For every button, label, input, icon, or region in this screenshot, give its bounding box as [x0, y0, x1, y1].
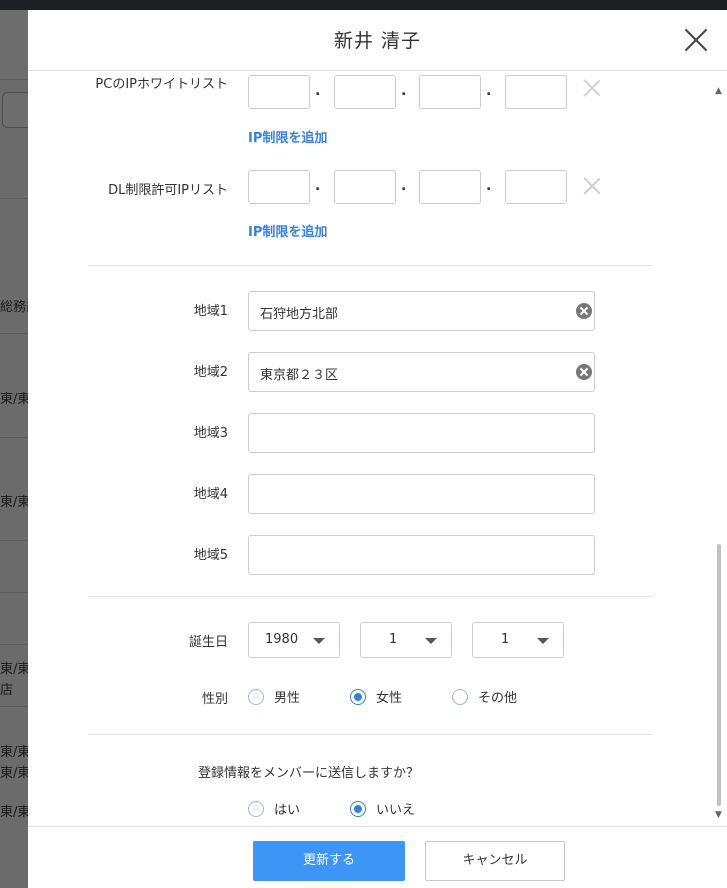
- dl-allowlist-octet-3[interactable]: [419, 170, 481, 204]
- birthday-label: 誕生日: [188, 635, 228, 650]
- dl-allowlist-octet-1[interactable]: [248, 170, 310, 204]
- modal-body: PCのIPホワイトリスト . . . IP制限を追加 DL制限許可IPリスト .…: [28, 71, 727, 826]
- gender-option-other[interactable]: その他: [478, 687, 517, 706]
- scrollbar-thumb[interactable]: [717, 544, 721, 806]
- dl-allowlist-octet-4[interactable]: [505, 170, 567, 204]
- dl-allowlist-octet-2[interactable]: [334, 170, 396, 204]
- notify-radio-yes[interactable]: [248, 801, 264, 817]
- notify-question: 登録情報をメンバーに送信しますか？: [198, 766, 420, 781]
- region-3-label: 地域3: [193, 426, 228, 441]
- ip-whitelist-octet-4[interactable]: [505, 75, 567, 109]
- region-3-field[interactable]: [248, 413, 595, 453]
- region-5-field[interactable]: [248, 535, 595, 575]
- chevron-down-icon: [537, 638, 549, 644]
- birthday-year-value: 1980: [265, 632, 299, 647]
- background-cell: 東/東: [0, 662, 30, 677]
- background-cell: 総務部: [0, 300, 30, 315]
- region-4-label: 地域4: [193, 487, 228, 502]
- ip-separator: .: [486, 178, 492, 194]
- region-1-field[interactable]: 石狩地方北部: [248, 291, 595, 331]
- birthday-month-value: 1: [389, 632, 398, 647]
- birthday-month-select[interactable]: 1: [360, 622, 452, 658]
- region-1-label: 地域1: [193, 304, 228, 319]
- clear-icon[interactable]: [576, 364, 592, 380]
- section-divider: [88, 596, 652, 597]
- section-divider: [88, 734, 652, 735]
- region-2-label: 地域2: [193, 365, 228, 380]
- modal-header: 新井 清子: [28, 10, 727, 71]
- notify-option-yes[interactable]: はい: [274, 799, 300, 818]
- birthday-year-select[interactable]: 1980: [248, 622, 340, 658]
- background-cell: 東/東: [0, 495, 30, 510]
- ip-whitelist-octet-2[interactable]: [334, 75, 396, 109]
- ip-separator: .: [486, 83, 492, 99]
- region-1-value: 石狩地方北部: [260, 307, 339, 322]
- ip-whitelist-remove-icon[interactable]: [583, 79, 601, 97]
- chevron-down-icon: [313, 638, 325, 644]
- background-cell: 東/東: [0, 766, 30, 781]
- ip-whitelist-octet-3[interactable]: [419, 75, 481, 109]
- dl-allowlist-label: DL制限許可IPリスト: [108, 183, 228, 198]
- scroll-up-icon[interactable]: ▲: [715, 86, 722, 96]
- chevron-down-icon: [425, 638, 437, 644]
- modal-title: 新井 清子: [333, 30, 422, 52]
- region-4-field[interactable]: [248, 474, 595, 514]
- scroll-down-icon[interactable]: ▼: [715, 810, 722, 820]
- dl-allowlist-remove-icon[interactable]: [583, 177, 601, 195]
- clear-icon[interactable]: [576, 303, 592, 319]
- ip-separator: .: [401, 83, 407, 99]
- ip-separator: .: [315, 83, 321, 99]
- ip-whitelist-label: PCのIPホワイトリスト: [95, 77, 228, 92]
- notify-option-no[interactable]: いいえ: [376, 799, 415, 818]
- birthday-day-value: 1: [501, 632, 510, 647]
- update-button[interactable]: 更新する: [253, 841, 405, 881]
- gender-option-female[interactable]: 女性: [376, 687, 402, 706]
- background-cell: 店: [0, 683, 14, 698]
- ip-whitelist-add-link[interactable]: IP制限を追加: [248, 127, 327, 146]
- gender-radio-other[interactable]: [452, 689, 468, 705]
- region-5-label: 地域5: [193, 548, 228, 563]
- cancel-button[interactable]: キャンセル: [425, 841, 565, 881]
- gender-label: 性別: [201, 692, 228, 707]
- region-2-value: 東京都２３区: [260, 368, 339, 383]
- dl-allowlist-add-link[interactable]: IP制限を追加: [248, 221, 327, 240]
- region-2-field[interactable]: 東京都２３区: [248, 352, 595, 392]
- ip-separator: .: [401, 178, 407, 194]
- ip-whitelist-octet-1[interactable]: [248, 75, 310, 109]
- close-icon[interactable]: [683, 27, 709, 53]
- gender-radio-female[interactable]: [350, 689, 366, 705]
- background-cell: 東/東: [0, 745, 30, 760]
- notify-radio-no[interactable]: [350, 801, 366, 817]
- birthday-day-select[interactable]: 1: [472, 622, 564, 658]
- member-edit-modal: 新井 清子 PCのIPホワイトリスト . . . IP制限を追加 DL制限許可I…: [28, 10, 727, 888]
- ip-separator: .: [315, 178, 321, 194]
- section-divider: [88, 265, 652, 266]
- background-top-bar: [0, 0, 727, 10]
- background-cell: 東/東: [0, 392, 30, 407]
- modal-footer: 更新する キャンセル: [28, 826, 727, 888]
- background-cell: 東/東: [0, 805, 30, 820]
- gender-radio-male[interactable]: [248, 689, 264, 705]
- gender-option-male[interactable]: 男性: [274, 687, 300, 706]
